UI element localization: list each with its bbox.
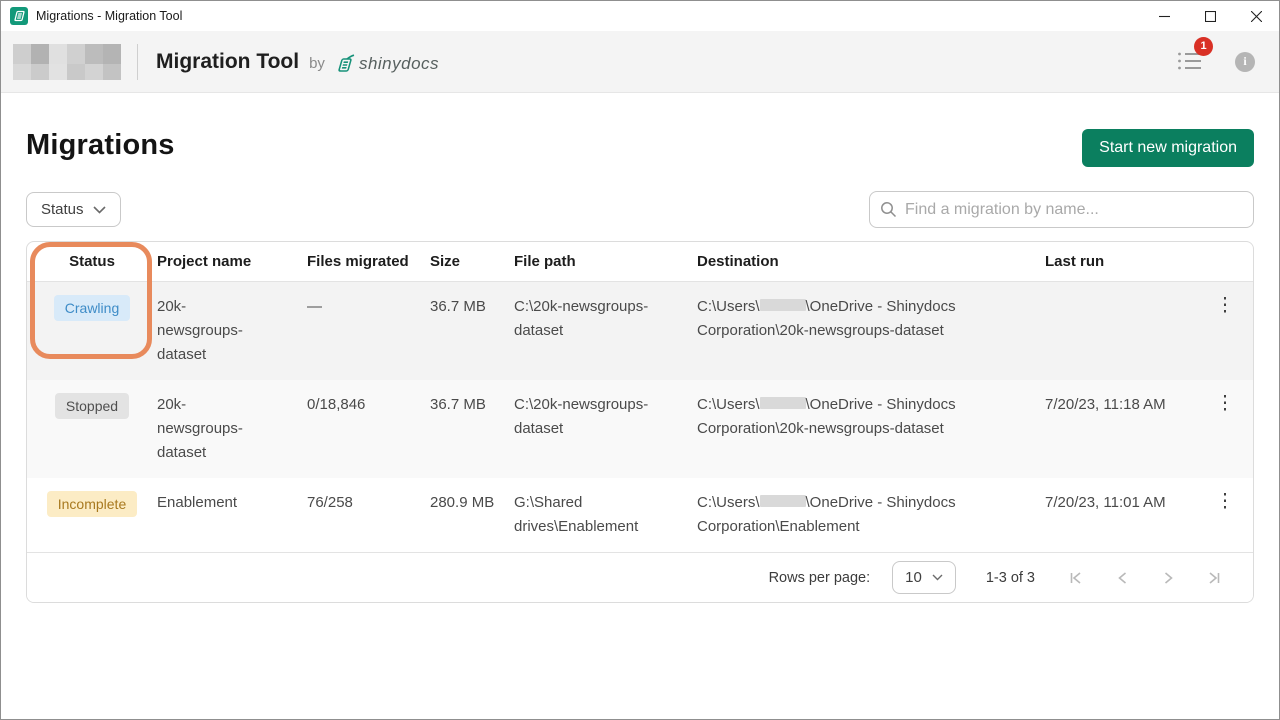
previous-page-button[interactable] (1111, 567, 1133, 589)
status-badge: Incomplete (47, 491, 137, 517)
rows-per-page-value: 10 (905, 569, 922, 586)
app-window: Migrations - Migration Tool Migration To… (0, 0, 1280, 720)
project-name: 20k-newsgroups-dataset (157, 282, 275, 380)
search-input[interactable] (905, 201, 1243, 219)
files-migrated: 0/18,846 (307, 380, 430, 430)
last-run: 7/20/23, 11:18 AM (1045, 380, 1195, 430)
size: 36.7 MB (430, 380, 514, 430)
window-title: Migrations - Migration Tool (36, 9, 182, 23)
status-badge: Crawling (54, 295, 130, 321)
size: 36.7 MB (430, 282, 514, 332)
table-row: Stopped 20k-newsgroups-dataset 0/18,846 … (27, 380, 1253, 478)
brand-name: shinydocs (359, 54, 439, 74)
main-content: Migrations Start new migration Status St… (1, 129, 1279, 603)
notification-badge: 1 (1194, 37, 1213, 56)
search-box (869, 191, 1254, 228)
last-run: 7/20/23, 11:01 AM (1045, 478, 1195, 528)
app-icon (10, 7, 28, 25)
start-new-migration-button[interactable]: Start new migration (1082, 129, 1254, 167)
page-title: Migrations (26, 129, 175, 162)
destination: C:\Users\\OneDrive - Shinydocs Corporati… (697, 380, 1045, 454)
col-header-project: Project name (157, 242, 307, 281)
file-path: C:\20k-newsgroups-dataset (514, 380, 697, 454)
close-button[interactable] (1233, 1, 1279, 31)
file-path: C:\20k-newsgroups-dataset (514, 282, 697, 356)
redacted-username (760, 397, 806, 409)
next-page-button[interactable] (1157, 567, 1179, 589)
file-path: G:\Shared drives\Enablement (514, 478, 697, 552)
first-page-button[interactable] (1065, 567, 1087, 589)
table-footer: Rows per page: 10 1-3 of 3 (27, 552, 1253, 602)
minimize-button[interactable] (1141, 1, 1187, 31)
titlebar: Migrations - Migration Tool (1, 1, 1279, 31)
destination: C:\Users\\OneDrive - Shinydocs Corporati… (697, 282, 1045, 356)
app-title: Migration Tool (156, 50, 299, 74)
maximize-button[interactable] (1187, 1, 1233, 31)
redacted-username (760, 299, 806, 311)
destination: C:\Users\\OneDrive - Shinydocs Corporati… (697, 478, 1045, 552)
col-header-path: File path (514, 242, 697, 281)
last-page-button[interactable] (1203, 567, 1225, 589)
row-menu-button[interactable]: ⋮ (1195, 282, 1254, 318)
col-header-status: Status (27, 242, 157, 281)
by-label: by (309, 55, 325, 72)
rows-per-page-select[interactable]: 10 (892, 561, 956, 594)
status-filter-label: Status (41, 201, 84, 218)
redacted-company-logo (13, 44, 121, 80)
col-header-files: Files migrated (307, 242, 430, 281)
search-icon (880, 201, 897, 218)
project-name-link[interactable]: Enablement (157, 478, 275, 528)
row-menu-button[interactable]: ⋮ (1195, 478, 1254, 514)
table-row: Crawling 20k-newsgroups-dataset — 36.7 M… (27, 282, 1253, 380)
chevron-down-icon (93, 206, 106, 214)
last-run (1045, 282, 1195, 308)
files-migrated: — (307, 282, 430, 332)
col-header-destination: Destination (697, 242, 1045, 281)
files-migrated: 76/258 (307, 478, 430, 528)
queue-button[interactable]: 1 (1177, 49, 1205, 75)
table-header-row: Status Project name Files migrated Size … (27, 242, 1253, 282)
size: 280.9 MB (430, 478, 514, 528)
chevron-down-icon (932, 574, 943, 581)
redacted-username (760, 495, 806, 507)
rows-per-page-label: Rows per page: (769, 570, 871, 586)
header-divider (137, 44, 138, 80)
info-icon[interactable]: i (1235, 52, 1255, 72)
table-row: Incomplete Enablement 76/258 280.9 MB G:… (27, 478, 1253, 552)
status-badge: Stopped (55, 393, 129, 419)
app-header: Migration Tool by shinydocs (1, 31, 1279, 93)
col-header-size: Size (430, 242, 514, 281)
shinydocs-logo: shinydocs (333, 52, 439, 76)
status-filter-dropdown[interactable]: Status (26, 192, 121, 227)
shinydocs-glyph-icon (333, 52, 357, 76)
col-header-lastrun: Last run (1045, 242, 1195, 281)
project-name-link[interactable]: 20k-newsgroups-dataset (157, 380, 275, 478)
pagination-range: 1-3 of 3 (986, 570, 1035, 586)
migrations-table: Status Project name Files migrated Size … (26, 241, 1254, 603)
row-menu-button[interactable]: ⋮ (1195, 380, 1254, 416)
